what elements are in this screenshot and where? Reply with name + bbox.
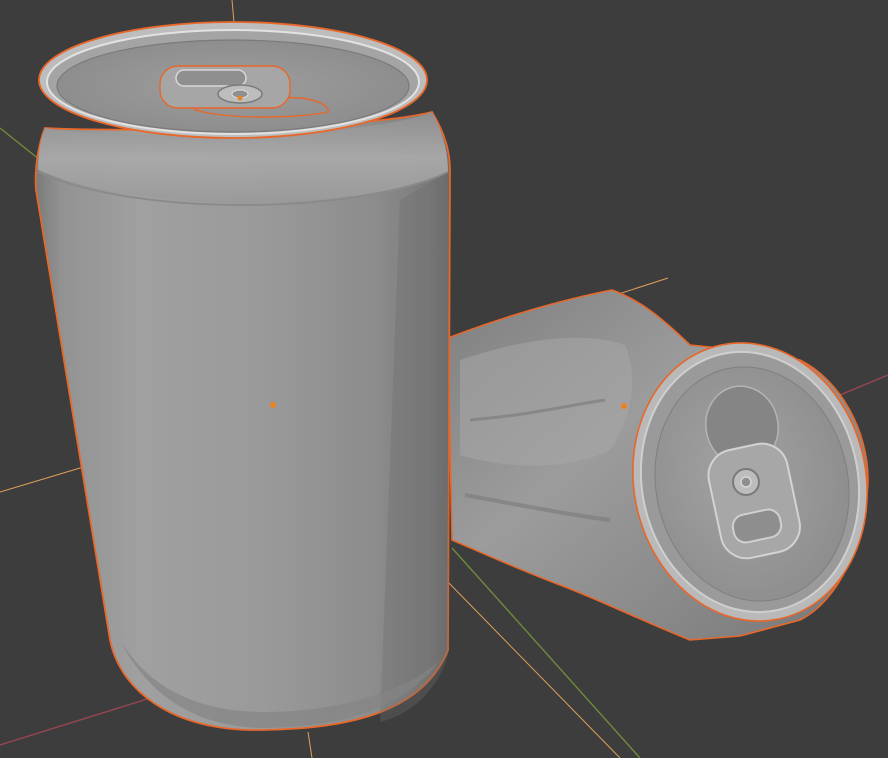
- crushed-soda-can[interactable]: [447, 289, 888, 643]
- upright-can-origin: [270, 402, 276, 408]
- upright-soda-can[interactable]: [34, 21, 451, 731]
- light-axis-bottom: [307, 731, 313, 758]
- crushed-can-dent: [460, 337, 633, 466]
- x-axis-line-right: [839, 374, 888, 396]
- upright-can-lid-origin: [237, 95, 243, 101]
- 3d-viewport[interactable]: [0, 0, 888, 758]
- upright-can-tab-hole: [175, 69, 247, 87]
- crushed-can-tab-rivet-center: [740, 476, 752, 488]
- viewport-scene[interactable]: [0, 0, 888, 758]
- crushed-can-origin: [621, 403, 627, 409]
- x-axis-line-left: [0, 694, 161, 746]
